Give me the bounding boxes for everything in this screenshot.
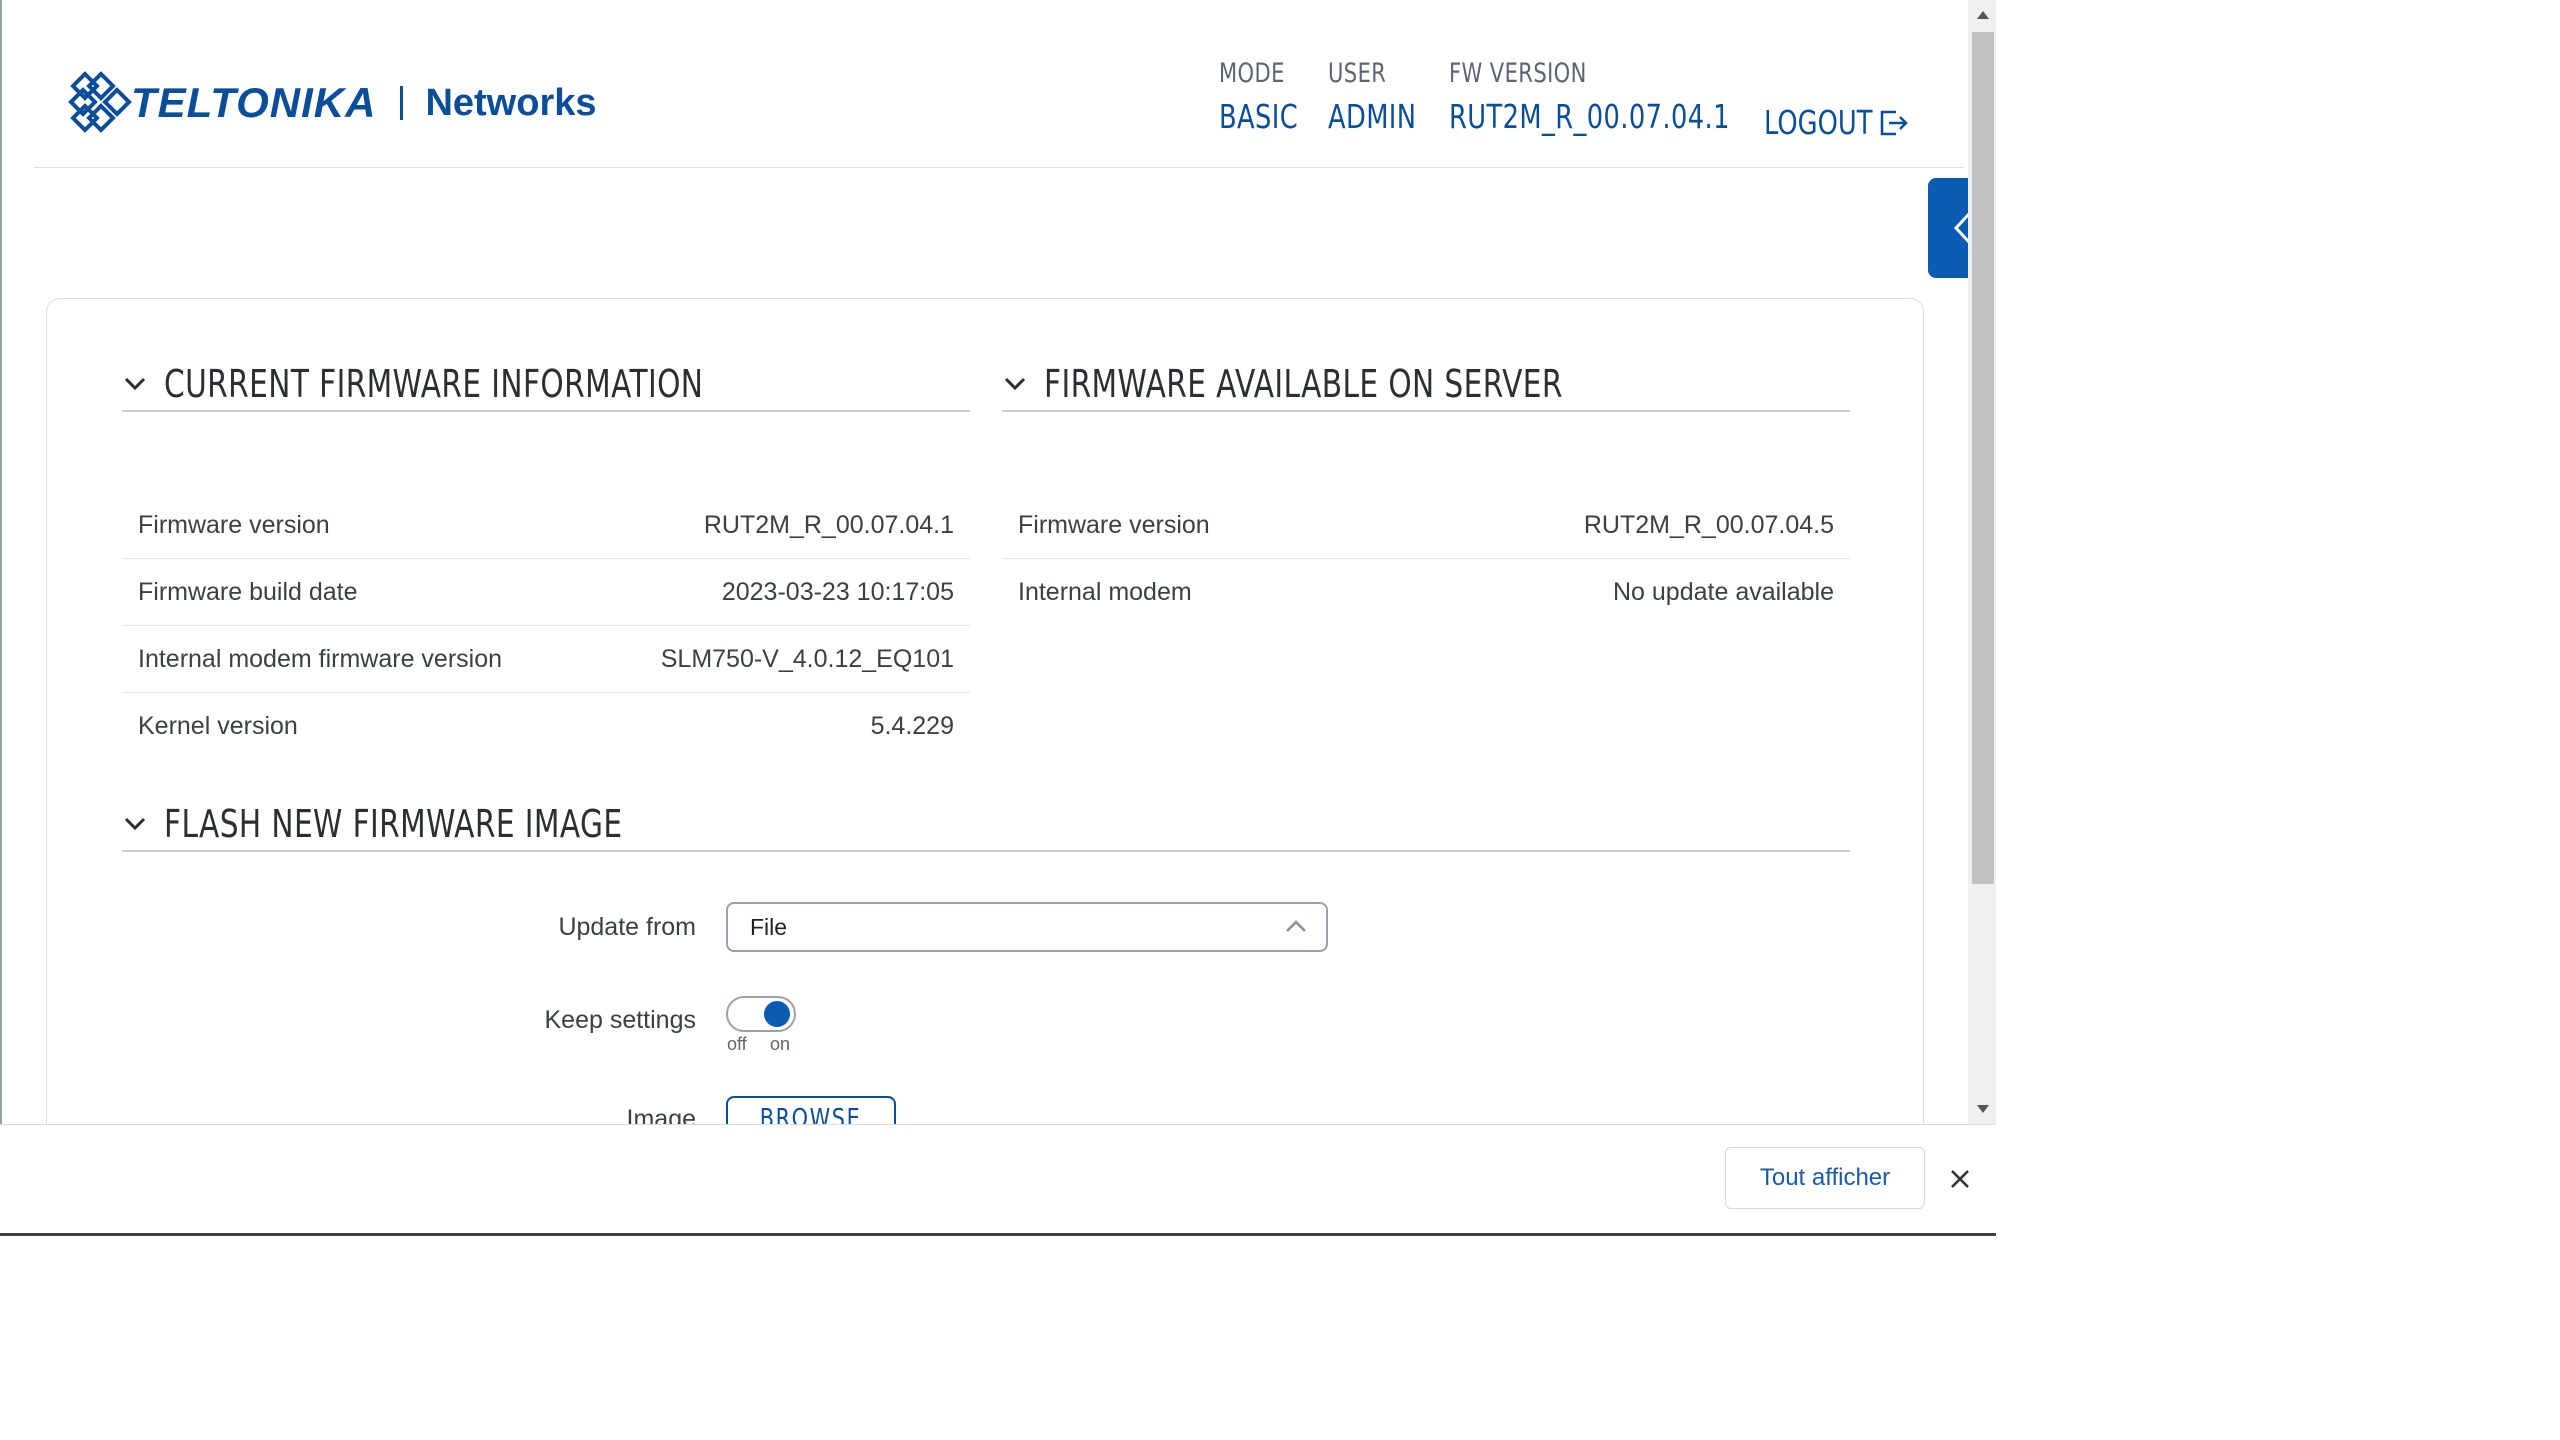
- table-row: Firmware version RUT2M_R_00.07.04.5: [1002, 492, 1850, 559]
- chevron-up-icon: [1286, 920, 1306, 932]
- mode-label: MODE: [1219, 58, 1285, 89]
- fw-version-info: FW VERSION RUT2M_R_00.07.04.1: [1449, 58, 1809, 136]
- row-value: No update available: [1613, 578, 1834, 606]
- toggle-knob: [764, 1001, 790, 1027]
- table-row: Firmware build date 2023-03-23 10:17:05: [122, 559, 970, 626]
- download-bar: Tout afficher: [0, 1124, 1996, 1236]
- row-label: Firmware version: [1018, 510, 1210, 539]
- toggle-off-caption: off: [727, 1034, 747, 1054]
- browse-button[interactable]: BROWSE: [726, 1096, 896, 1124]
- user-value[interactable]: ADMIN: [1328, 97, 1416, 136]
- logout-label: LOGOUT: [1764, 103, 1873, 142]
- chevron-down-icon: [124, 377, 146, 391]
- browse-label: BROWSE: [760, 1104, 862, 1124]
- user-info: USER ADMIN: [1328, 58, 1441, 136]
- toggle-on-caption: on: [770, 1034, 791, 1054]
- vertical-scrollbar[interactable]: [1968, 0, 1996, 1124]
- current-firmware-table: Firmware version RUT2M_R_00.07.04.1 Firm…: [122, 492, 970, 760]
- fw-version-label: FW VERSION: [1449, 58, 1587, 89]
- section-title: FLASH NEW FIRMWARE IMAGE: [164, 802, 623, 846]
- section-title: CURRENT FIRMWARE INFORMATION: [164, 362, 704, 406]
- teltonika-logo[interactable]: TELTONIKA Networks: [67, 68, 597, 138]
- server-firmware-table: Firmware version RUT2M_R_00.07.04.5 Inte…: [1002, 492, 1850, 626]
- teltonika-logo-icon: [68, 71, 132, 133]
- table-row: Internal modem firmware version SLM750-V…: [122, 626, 970, 693]
- browser-viewport: TELTONIKA Networks MODE BASIC USER ADMIN…: [0, 0, 1996, 1124]
- row-label: Internal modem: [1018, 578, 1192, 606]
- row-value: 5.4.229: [870, 712, 954, 740]
- update-from-value: File: [750, 913, 788, 940]
- update-from-select[interactable]: File: [726, 902, 1328, 952]
- fw-version-value[interactable]: RUT2M_R_00.07.04.1: [1449, 97, 1730, 136]
- logout-icon: [1880, 110, 1908, 135]
- chevron-down-icon: [124, 817, 146, 831]
- row-label: Firmware version: [138, 510, 330, 539]
- logo-text: TELTONIKA: [131, 79, 377, 126]
- row-label: Firmware build date: [138, 577, 358, 606]
- section-title: FIRMWARE AVAILABLE ON SERVER: [1044, 362, 1563, 406]
- close-icon[interactable]: [1940, 1159, 1980, 1199]
- mode-value[interactable]: BASIC: [1219, 97, 1298, 136]
- user-label: USER: [1328, 58, 1387, 89]
- page-header: TELTONIKA Networks MODE BASIC USER ADMIN…: [34, 0, 1964, 168]
- section-current-firmware[interactable]: CURRENT FIRMWARE INFORMATION: [122, 358, 970, 412]
- table-row: Firmware version RUT2M_R_00.07.04.1: [122, 492, 970, 559]
- image-label: Image: [626, 1105, 696, 1124]
- table-row: Internal modem No update available: [1002, 559, 1850, 626]
- logo-networks-text: Networks: [425, 81, 597, 124]
- row-value: SLM750-V_4.0.12_EQ101: [660, 644, 954, 673]
- row-label: Kernel version: [138, 712, 298, 740]
- show-all-downloads-button[interactable]: Tout afficher: [1725, 1147, 1925, 1209]
- section-flash-firmware[interactable]: FLASH NEW FIRMWARE IMAGE: [122, 798, 1850, 852]
- section-firmware-server[interactable]: FIRMWARE AVAILABLE ON SERVER: [1002, 358, 1850, 412]
- update-from-label: Update from: [558, 913, 696, 941]
- scrollbar-thumb[interactable]: [1972, 32, 1994, 884]
- keep-settings-label: Keep settings: [544, 1006, 697, 1034]
- row-label: Internal modem firmware version: [138, 644, 503, 673]
- table-row: Kernel version 5.4.229: [122, 693, 970, 760]
- keep-settings-toggle[interactable]: [726, 996, 796, 1032]
- logo-divider: [400, 86, 404, 120]
- chevron-down-icon: [1004, 377, 1026, 391]
- row-value: 2023-03-23 10:17:05: [721, 577, 954, 606]
- scroll-up-arrow-icon[interactable]: [1968, 0, 1996, 30]
- row-value: RUT2M_R_00.07.04.5: [1583, 510, 1834, 539]
- logout-button[interactable]: LOGOUT: [1764, 103, 1910, 142]
- row-value: RUT2M_R_00.07.04.1: [703, 510, 954, 539]
- scroll-down-arrow-icon[interactable]: [1968, 1094, 1996, 1124]
- mode-info: MODE BASIC: [1219, 58, 1320, 136]
